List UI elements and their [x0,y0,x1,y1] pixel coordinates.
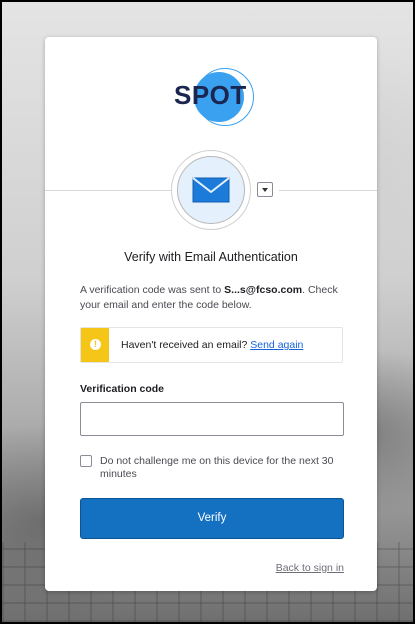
remember-device-checkbox[interactable] [80,455,92,467]
logo-text: SPOT [174,80,247,110]
divider-left [45,190,173,191]
divider-right [279,190,377,191]
auth-card: SPOT Verify with Email Authentication A … [45,37,377,591]
spot-logo: SPOT [174,64,254,134]
resend-alert: ! Haven't received an email? Send again [80,327,343,363]
back-to-sign-in-link[interactable]: Back to sign in [276,562,344,574]
verification-instructions: A verification code was sent to S...s@fc… [80,283,350,313]
send-again-link[interactable]: Send again [250,339,303,351]
verification-code-label: Verification code [80,383,165,395]
page-title: Verify with Email Authentication [124,250,298,264]
alert-text: Haven't received an email? [121,339,251,351]
email-factor-badge [171,150,251,230]
verify-button[interactable]: Verify [80,498,344,539]
verification-code-input[interactable] [80,402,344,436]
factor-dropdown-button[interactable] [257,182,273,197]
remember-device-label[interactable]: Do not challenge me on this device for t… [100,455,345,481]
masked-email: S...s@fcso.com [224,284,303,296]
mail-icon [192,177,230,203]
alert-message: Haven't received an email? Send again [121,339,303,351]
page-background: SPOT Verify with Email Authentication A … [0,0,415,624]
factor-circle [177,156,245,224]
instructions-prefix: A verification code was sent to [80,284,225,296]
warning-icon: ! [90,339,101,350]
alert-accent-bar: ! [81,328,109,362]
